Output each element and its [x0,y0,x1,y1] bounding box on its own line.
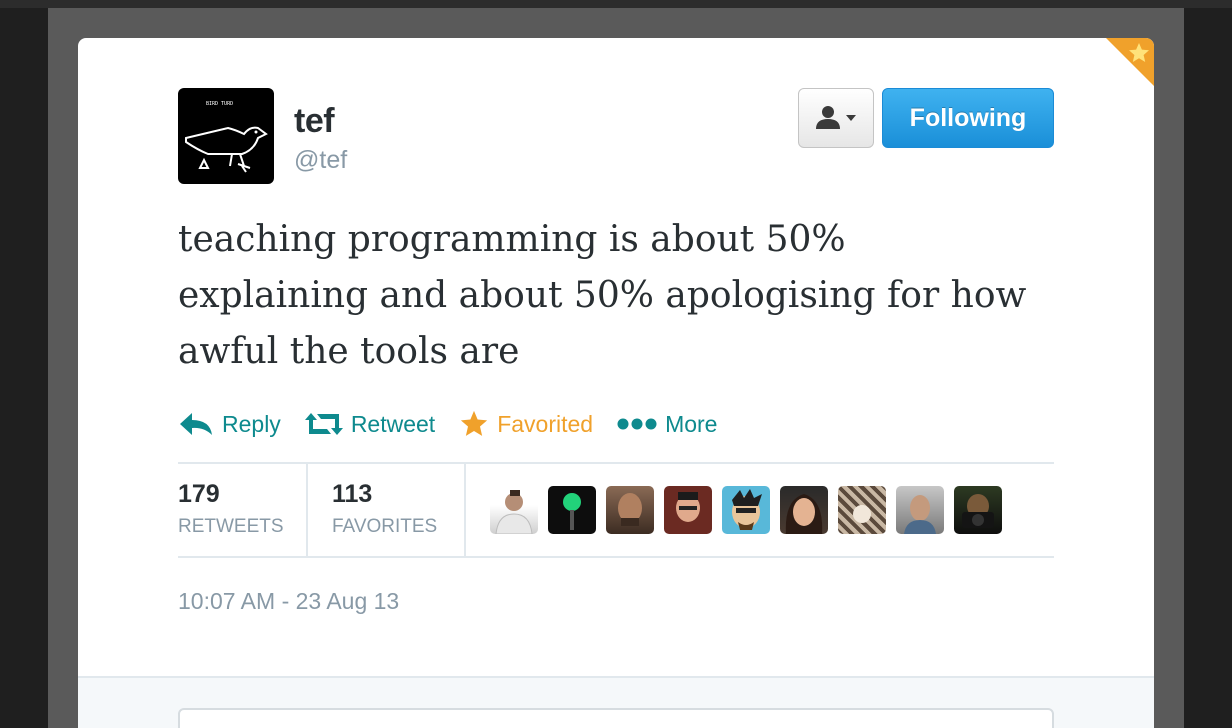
favoriter-avatars [490,486,1012,534]
retweet-action[interactable]: Retweet [304,410,436,438]
bird-drawing-icon: BIRD TURD [185,101,268,173]
favoriter-avatar[interactable] [606,486,654,534]
user-actions-dropdown-button[interactable] [798,88,874,148]
favoriter-avatar[interactable] [664,486,712,534]
display-name[interactable]: tef [294,102,335,141]
reply-input[interactable] [178,708,1054,728]
reply-footer [78,676,1154,728]
retweets-count: 179 [178,480,220,508]
user-avatar[interactable]: BIRD TURD [178,88,274,184]
favorite-label: Favorited [497,410,594,437]
star-icon [1129,43,1149,62]
favorite-action[interactable]: Favorited [459,409,593,439]
svg-text:BIRD TURD: BIRD TURD [206,101,233,107]
divider [306,464,308,556]
person-dropdown-icon [816,106,856,129]
screen-name[interactable]: @tef [294,146,347,175]
reply-icon [180,413,212,435]
more-dots-icon [617,418,657,430]
favoriter-avatar[interactable] [896,486,944,534]
reply-action[interactable]: Reply [178,411,281,438]
favorites-label: FAVORITES [332,516,438,537]
favoriter-avatar[interactable] [838,486,886,534]
window-top-strip [0,0,1232,8]
tweet-permalink-card: BIRD TURD tef @tef Following teaching pr… [78,38,1154,728]
more-label: More [665,410,718,437]
tweet-timestamp[interactable]: 10:07 AM - 23 Aug 13 [178,588,399,615]
favoriter-avatar[interactable] [954,486,1002,534]
tweet-actions: Reply Retweet Favorited More [178,404,741,444]
star-icon [461,410,488,436]
tweet-stats: 179 RETWEETS 113 FAVORITES [178,464,1054,556]
retweet-icon [304,413,343,435]
divider [464,464,466,556]
favoriter-avatar[interactable] [722,486,770,534]
reply-label: Reply [222,410,281,437]
favoriter-avatar[interactable] [490,486,538,534]
favoriter-avatar[interactable] [548,486,596,534]
tweet-text: teaching programming is about 50% explai… [178,219,1027,372]
favorites-count: 113 [332,480,373,508]
favoriter-avatar[interactable] [780,486,828,534]
more-action[interactable]: More [617,411,717,438]
divider [178,556,1054,558]
retweet-label: Retweet [350,410,436,437]
following-button[interactable]: Following [882,88,1054,148]
retweets-label: RETWEETS [178,516,284,537]
